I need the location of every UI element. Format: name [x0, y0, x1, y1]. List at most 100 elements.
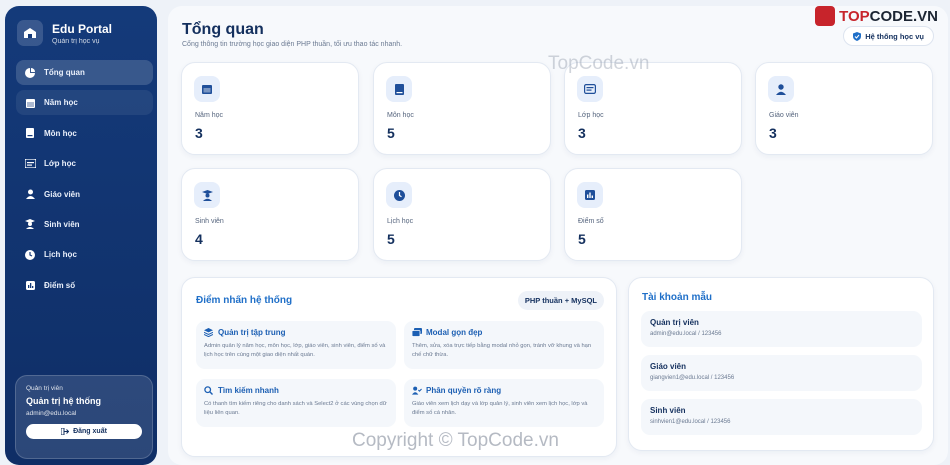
- stat-card-sinh-vien[interactable]: Sinh viên 4: [181, 168, 359, 261]
- account-credentials: sinhvien1@edu.local / 123456: [650, 419, 731, 425]
- account-item-admin[interactable]: Quản trị viên admin@edu.local / 123456: [641, 311, 922, 347]
- stat-value: 3: [195, 125, 203, 141]
- bar-chart-icon: [24, 280, 36, 290]
- account-name: Sinh viên: [650, 406, 686, 415]
- shield-check-icon: [853, 31, 862, 41]
- sidebar-item-tong-quan[interactable]: Tổng quan: [16, 60, 153, 85]
- sidebar-item-lich-hoc[interactable]: Lịch học: [16, 242, 153, 267]
- id-card-icon: [24, 159, 36, 169]
- stat-value: 5: [387, 231, 395, 247]
- feature-desc: Có thanh tìm kiếm riêng cho danh sách và…: [204, 401, 387, 416]
- tech-badge: PHP thuần + MySQL: [517, 291, 604, 310]
- user-icon: [768, 76, 794, 102]
- feature-card: Quản trị tập trung Admin quản lý năm học…: [196, 321, 396, 369]
- sidebar-item-nam-hoc[interactable]: Năm học: [16, 90, 153, 116]
- graduate-icon: [194, 182, 220, 208]
- feature-title: Quản trị tập trung: [218, 328, 286, 337]
- feature-title: Modal gọn đẹp: [426, 328, 483, 337]
- bar-chart-icon: [577, 182, 603, 208]
- sidebar-item-label: Môn học: [44, 128, 77, 138]
- current-user-card: Quản trị viên Quản trị hệ thống admin@ed…: [15, 375, 153, 459]
- system-badge-label: Hệ thống học vụ: [865, 31, 924, 41]
- logout-button[interactable]: Đăng xuất: [26, 424, 142, 439]
- user-icon: [24, 189, 36, 200]
- logout-icon: [61, 428, 70, 435]
- accounts-title: Tài khoản mẫu: [642, 292, 713, 303]
- stat-card-nam-hoc[interactable]: Năm học 3: [181, 62, 359, 155]
- sidebar-nav: Tổng quan Năm học Môn học Lớp học Giáo v…: [16, 60, 153, 303]
- watermark-site: TopCode.vn: [548, 53, 650, 74]
- sidebar-item-label: Tổng quan: [44, 68, 85, 77]
- stat-value: 5: [578, 231, 586, 247]
- clock-icon: [24, 249, 36, 260]
- book-icon: [24, 128, 36, 139]
- topcode-logo: TOP CODE.VN: [815, 6, 938, 26]
- stat-card-diem-so[interactable]: Điểm số 5: [564, 168, 742, 261]
- stat-card-lich-hoc[interactable]: Lịch học 5: [373, 168, 551, 261]
- sidebar-item-diem-so[interactable]: Điểm số: [16, 273, 153, 298]
- feature-card: Tìm kiếm nhanh Có thanh tìm kiếm riêng c…: [196, 379, 396, 427]
- stat-card-giao-vien[interactable]: Giáo viên 3: [755, 62, 933, 155]
- sidebar-item-giao-vien[interactable]: Giáo viên: [16, 182, 153, 207]
- window-icon: [412, 328, 422, 337]
- clock-icon: [386, 182, 412, 208]
- user-name: Quản trị hệ thống: [26, 396, 101, 406]
- account-item-teacher[interactable]: Giáo viên giangvien1@edu.local / 123456: [641, 355, 922, 391]
- stat-label: Môn học: [387, 112, 414, 119]
- page-subtitle: Cổng thông tin trường học giao diện PHP …: [182, 41, 403, 48]
- feature-card: Phân quyền rõ ràng Giáo viên xem lịch dạ…: [404, 379, 604, 427]
- account-item-student[interactable]: Sinh viên sinhvien1@edu.local / 123456: [641, 399, 922, 435]
- feature-title: Phân quyền rõ ràng: [426, 386, 502, 395]
- stat-label: Sinh viên: [195, 218, 224, 225]
- brand[interactable]: Edu Portal Quản trị học vụ: [17, 20, 112, 46]
- stat-value: 5: [387, 125, 395, 141]
- brand-subtitle: Quản trị học vụ: [52, 37, 100, 45]
- search-icon: [204, 386, 214, 395]
- feature-title: Tìm kiếm nhanh: [218, 386, 279, 395]
- sidebar-item-mon-hoc[interactable]: Môn học: [16, 121, 153, 146]
- sidebar-item-label: Năm học: [44, 98, 78, 108]
- calendar-icon: [24, 98, 36, 108]
- user-email: admin@edu.local: [26, 410, 77, 417]
- sidebar-item-label: Lịch học: [44, 250, 77, 260]
- topcode-logo-icon: [815, 6, 836, 26]
- stat-label: Lịch học: [387, 218, 414, 225]
- sample-accounts-panel: Tài khoản mẫu Quản trị viên admin@edu.lo…: [628, 277, 934, 451]
- logout-label: Đăng xuất: [73, 428, 107, 435]
- account-name: Quản trị viên: [650, 318, 699, 327]
- stat-label: Điểm số: [578, 218, 604, 225]
- graduate-icon: [24, 219, 36, 230]
- sidebar-item-label: Giáo viên: [44, 189, 81, 199]
- stat-card-lop-hoc[interactable]: Lớp học 3: [564, 62, 742, 155]
- sidebar-item-sinh-vien[interactable]: Sinh viên: [16, 212, 153, 237]
- sidebar-item-label: Điểm số: [44, 280, 76, 290]
- account-credentials: giangvien1@edu.local / 123456: [650, 375, 735, 381]
- stat-value: 3: [769, 125, 777, 141]
- sidebar: Edu Portal Quản trị học vụ Tổng quan Năm…: [5, 6, 157, 465]
- id-card-icon: [577, 76, 603, 102]
- school-logo-icon: [17, 20, 43, 46]
- feature-card: Modal gọn đẹp Thêm, sửa, xóa trực tiếp b…: [404, 321, 604, 369]
- brand-name: Edu Portal: [52, 21, 113, 36]
- watermark-copyright: Copyright © TopCode.vn: [352, 430, 559, 451]
- book-icon: [386, 76, 412, 102]
- stat-value: 3: [578, 125, 586, 141]
- stat-label: Giáo viên: [769, 112, 799, 119]
- topcode-brand-suffix: CODE.VN: [869, 7, 938, 25]
- stat-label: Lớp học: [578, 112, 604, 119]
- users-icon: [412, 386, 422, 395]
- user-role: Quản trị viên: [26, 385, 63, 392]
- account-name: Giáo viên: [650, 362, 687, 371]
- stat-value: 4: [195, 231, 203, 247]
- stat-card-mon-hoc[interactable]: Môn học 5: [373, 62, 551, 155]
- highlights-title: Điểm nhấn hệ thống: [196, 295, 293, 306]
- feature-desc: Thêm, sửa, xóa trực tiếp bằng modal nhỏ …: [412, 343, 592, 358]
- stat-label: Năm học: [195, 112, 224, 119]
- topcode-brand-prefix: TOP: [839, 7, 870, 25]
- feature-desc: Giáo viên xem lịch dạy và lớp quản lý, s…: [412, 401, 588, 416]
- page-title: Tổng quan: [182, 21, 264, 38]
- feature-desc: Admin quản lý năm học, môn học, lớp, giá…: [204, 343, 386, 358]
- sidebar-item-lop-hoc[interactable]: Lớp học: [16, 151, 153, 176]
- system-badge[interactable]: Hệ thống học vụ: [843, 26, 934, 46]
- sidebar-item-label: Sinh viên: [44, 219, 80, 229]
